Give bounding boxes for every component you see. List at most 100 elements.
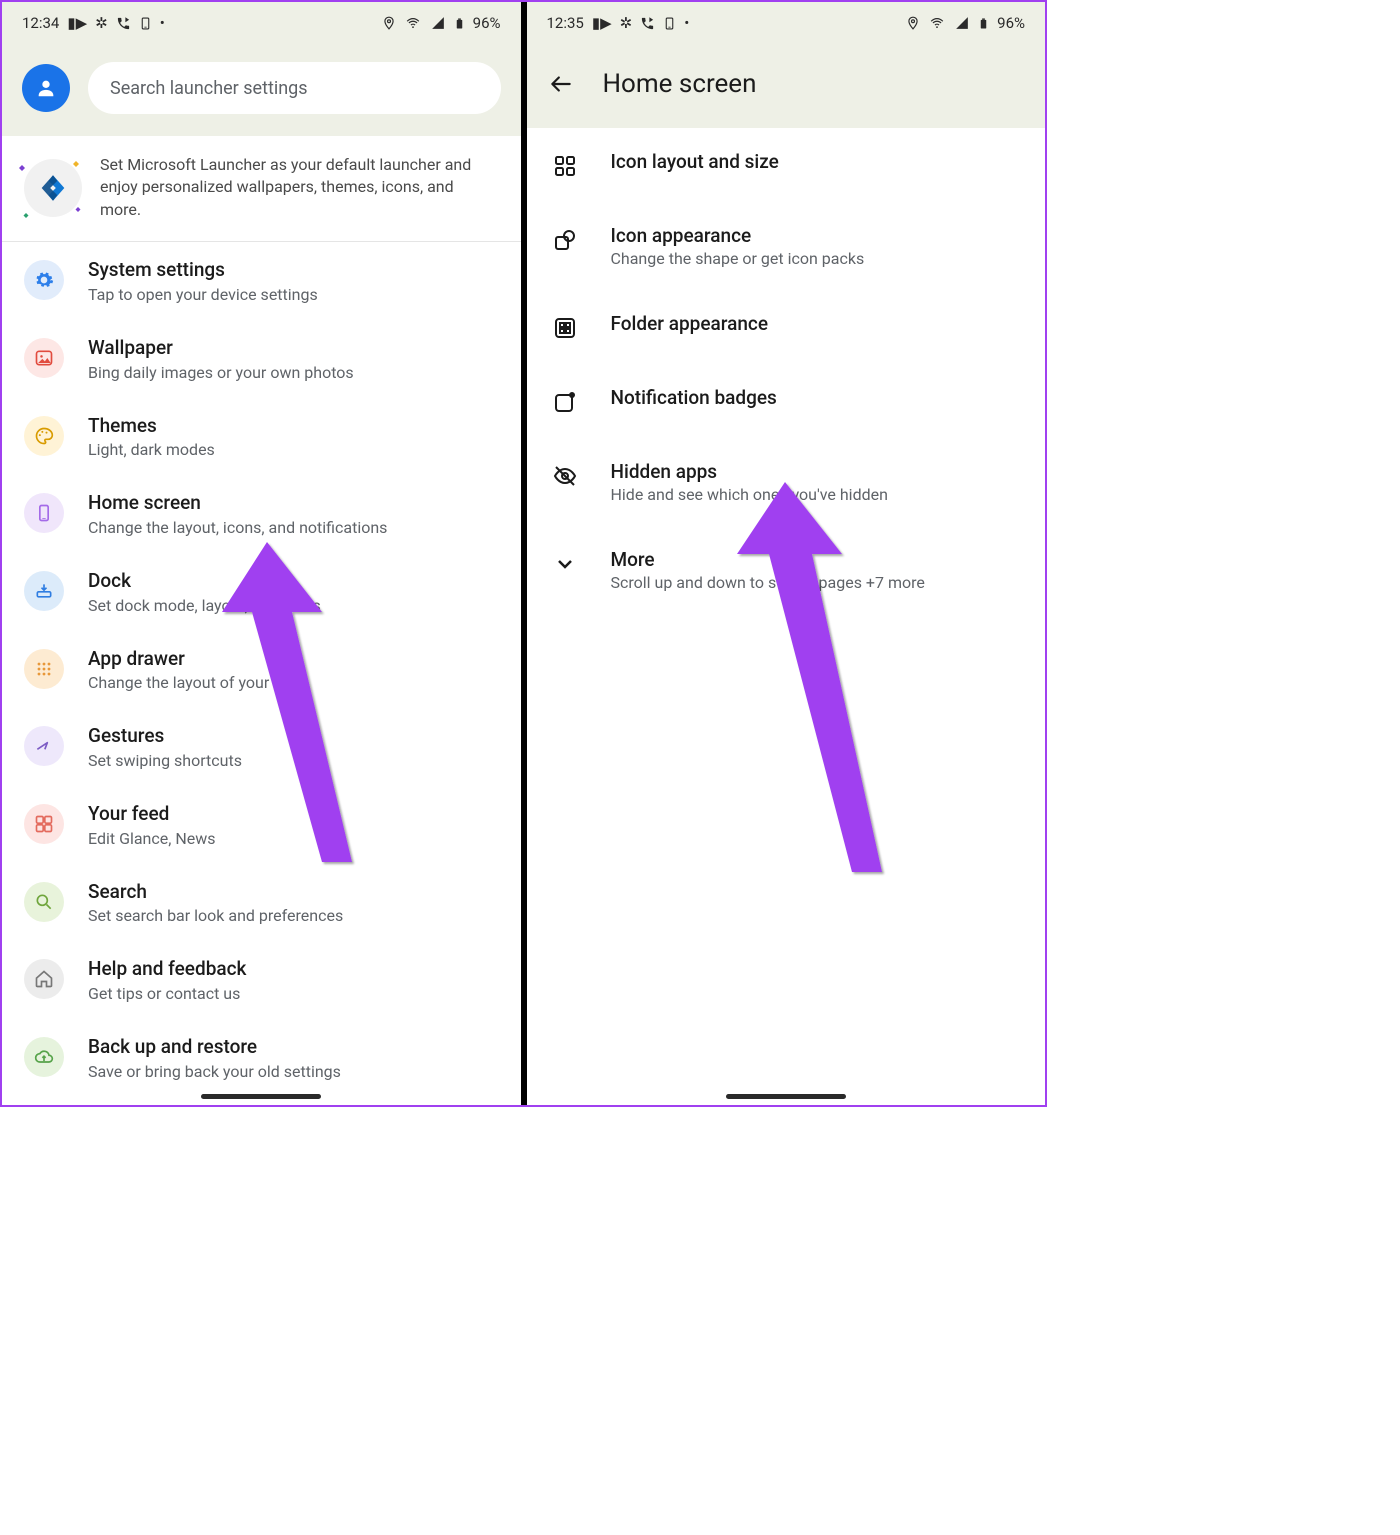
phone-left: 12:34 ▮▶ ✲ • 96% Search launcher setting… (2, 2, 521, 1105)
person-icon (35, 77, 57, 99)
item-help-feedback[interactable]: Help and feedback Get tips or contact us (2, 941, 521, 1019)
item-sub: Set search bar look and preferences (88, 906, 499, 925)
dot-icon: • (160, 14, 165, 32)
item-title: Gestures (88, 724, 499, 749)
status-battery: 96% (997, 14, 1025, 32)
navigation-pill[interactable] (201, 1094, 321, 1099)
item-title: Notification badges (611, 386, 1022, 409)
item-backup-restore[interactable]: Back up and restore Save or bring back yo… (2, 1019, 521, 1097)
item-your-feed[interactable]: Your feed Edit Glance, News (2, 786, 521, 864)
item-notification-badges[interactable]: Notification badges (527, 364, 1046, 438)
page-title: Home screen (603, 69, 757, 99)
item-title: Home screen (88, 491, 499, 516)
grid-icon (551, 152, 579, 180)
item-sub: Scroll up and down to switch pages +7 mo… (611, 573, 1022, 592)
item-title: App drawer (88, 647, 499, 672)
item-sub: Hide and see which ones you've hidden (611, 485, 1022, 504)
search-input[interactable]: Search launcher settings (88, 62, 501, 114)
item-sub: Change the shape or get icon packs (611, 249, 1022, 268)
item-title: Themes (88, 414, 499, 439)
gear-icon: ✲ (95, 14, 108, 32)
shapes-icon (551, 226, 579, 254)
back-button[interactable] (545, 68, 577, 100)
item-title: Your feed (88, 802, 499, 827)
device-icon (139, 16, 152, 31)
status-bar: 12:35 ▮▶ ✲ • 96% (527, 2, 1046, 44)
signal-icon (430, 16, 446, 30)
item-sub: Bing daily images or your own photos (88, 363, 499, 382)
phone-icon (24, 493, 64, 533)
call-icon (116, 16, 131, 31)
arrow-left-icon (548, 71, 574, 97)
image-icon (24, 338, 64, 378)
item-title: System settings (88, 258, 499, 283)
search-placeholder: Search launcher settings (110, 78, 308, 99)
ms-launcher-icon (24, 159, 82, 217)
status-bar: 12:34 ▮▶ ✲ • 96% (2, 2, 521, 44)
settings-list: System settings Tap to open your device s… (2, 242, 521, 1105)
gear-icon: ✲ (620, 14, 633, 32)
item-icon-appearance[interactable]: Icon appearance Change the shape or get i… (527, 202, 1046, 290)
dnd-icon: ▮▶ (67, 14, 87, 32)
item-more[interactable]: More Scroll up and down to switch pages +… (527, 526, 1046, 614)
gesture-icon (24, 726, 64, 766)
item-sub: Change the layout of your apps (88, 673, 499, 692)
item-app-drawer[interactable]: App drawerChange the layout of your apps (2, 631, 521, 709)
help-icon (24, 959, 64, 999)
item-sub: Edit Glance, News (88, 829, 499, 848)
gear-icon (24, 260, 64, 300)
navigation-pill[interactable] (726, 1094, 846, 1099)
item-gestures[interactable]: Gestures Set swiping shortcuts (2, 708, 521, 786)
status-time: 12:34 (22, 14, 59, 32)
item-wallpaper[interactable]: Wallpaper Bing daily images or your own p… (2, 320, 521, 398)
item-title: Icon appearance (611, 224, 1022, 247)
page-header: Home screen (527, 44, 1046, 128)
item-folder-appearance[interactable]: Folder appearance (527, 290, 1046, 364)
item-sub: Light, dark modes (88, 440, 499, 459)
location-icon (906, 15, 920, 31)
feed-icon (24, 804, 64, 844)
item-sub: Get tips or contact us (88, 984, 499, 1003)
phone-right: 12:35 ▮▶ ✲ • 96% Home screen Icon layout… (527, 2, 1046, 1105)
dot-icon: • (684, 14, 689, 32)
item-system-settings[interactable]: System settings Tap to open your device s… (2, 242, 521, 320)
status-time: 12:35 (547, 14, 584, 32)
item-title: Hidden apps (611, 460, 1022, 483)
grid-icon (24, 649, 64, 689)
item-home-screen[interactable]: Home screen Change the layout, icons, and… (2, 475, 521, 553)
item-title: Icon layout and size (611, 150, 1022, 173)
badge-icon (551, 388, 579, 416)
item-hidden-apps[interactable]: Hidden apps Hide and see which ones you'v… (527, 438, 1046, 526)
item-sub: Change the layout, icons, and notificati… (88, 518, 499, 537)
chevron-down-icon (551, 550, 579, 578)
status-battery: 96% (473, 14, 501, 32)
wifi-icon (928, 16, 946, 30)
item-sub: Set swiping shortcuts (88, 751, 499, 770)
search-icon (24, 882, 64, 922)
item-search[interactable]: SearchSet search bar look and preference… (2, 864, 521, 942)
item-title: Search (88, 880, 499, 905)
profile-avatar-button[interactable] (22, 64, 70, 112)
dock-icon (24, 571, 64, 611)
eye-off-icon (551, 462, 579, 490)
item-title: Dock (88, 569, 499, 594)
item-title: Folder appearance (611, 312, 1022, 335)
device-icon (663, 16, 676, 31)
item-title: Help and feedback (88, 957, 499, 982)
item-title: Wallpaper (88, 336, 499, 361)
item-title: Back up and restore (88, 1035, 499, 1060)
item-sub: Save or bring back your old settings (88, 1062, 499, 1081)
item-sub: Tap to open your device settings (88, 285, 499, 304)
default-launcher-promo[interactable]: Set Microsoft Launcher as your default l… (2, 136, 521, 242)
item-sub: Set dock mode, layout, and icons (88, 596, 499, 615)
item-icon-layout[interactable]: Icon layout and size (527, 128, 1046, 202)
promo-text: Set Microsoft Launcher as your default l… (100, 154, 499, 221)
call-icon (640, 16, 655, 31)
item-themes[interactable]: ThemesLight, dark modes (2, 398, 521, 476)
location-icon (382, 15, 396, 31)
battery-icon (454, 15, 465, 32)
cloud-upload-icon (24, 1037, 64, 1077)
item-dock[interactable]: Dock Set dock mode, layout, and icons (2, 553, 521, 631)
item-title: More (611, 548, 1022, 571)
dnd-icon: ▮▶ (592, 14, 612, 32)
